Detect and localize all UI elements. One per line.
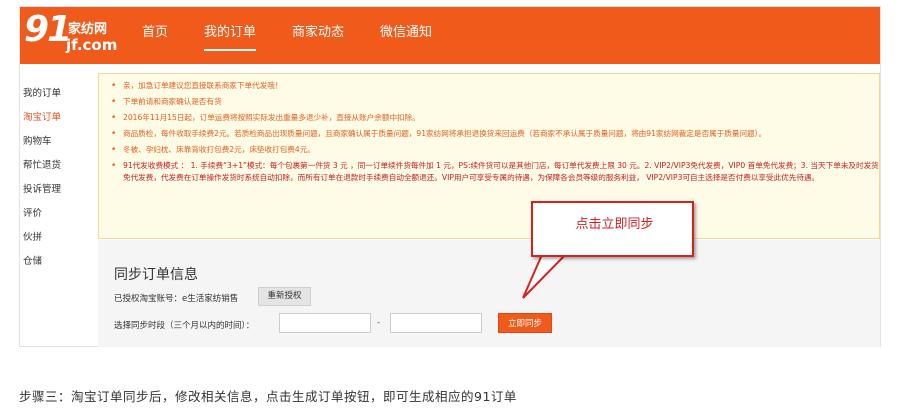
sidebar-item-reviews[interactable]: 评价	[20, 202, 96, 226]
callout-pointer-arrow	[522, 249, 573, 299]
sync-order-panel: 同步订单信息 已授权淘宝账号：e生活家纺销售 重新授权 选择同步时段（三个月以内…	[98, 240, 880, 347]
site-logo[interactable]: 91 家纺网 jf.com	[24, 9, 124, 59]
notice-item: 亲，加急订单建议您直接联系商家下单代发哦！	[111, 80, 879, 92]
logo-chinese-name: 家纺网	[68, 22, 108, 37]
nav-wechat-notify[interactable]: 微信通知	[380, 7, 432, 64]
start-date-input[interactable]	[279, 313, 371, 333]
sync-period-label: 选择同步时段（三个月以内的时间）：	[114, 321, 255, 331]
callout-text: 点击立即同步	[575, 217, 654, 232]
logo-number: 91	[24, 9, 72, 50]
notice-item: 下单前请和商家确认是否有货	[111, 96, 879, 108]
sidebar-item-group-buy[interactable]: 伙拼	[20, 226, 96, 250]
notice-item: 91代发收费模式 ： 1. 手续费“3+1”模式：每个包裹第一件货 3 元 ，同…	[111, 160, 879, 184]
sidebar-item-return-help[interactable]: 帮忙退货	[20, 154, 96, 178]
logo-domain: jf.com	[66, 36, 118, 54]
end-date-input[interactable]	[390, 313, 482, 333]
reauthorize-button[interactable]: 重新授权	[258, 287, 311, 306]
notice-item: 2016年11月15日起，订单运费将按照实际发出重量多退少补，直接从账户余额中扣…	[111, 112, 879, 124]
nav-my-orders[interactable]: 我的订单	[204, 7, 257, 64]
notice-item: 冬被、孕妇枕、床靠背收打包费2元，床垫收打包费4元。	[111, 144, 879, 156]
sidebar-item-warehouse[interactable]: 仓储	[20, 250, 96, 274]
sync-now-button[interactable]: 立即同步	[498, 313, 552, 333]
notice-box: 亲，加急订单建议您直接联系商家下单代发哦！ 下单前请和商家确认是否有货 2016…	[98, 73, 880, 239]
sidebar-item-cart[interactable]: 购物车	[20, 130, 96, 154]
sidebar: 我的订单 淘宝订单 购物车 帮忙退货 投诉管理 评价 伙拼 仓储	[20, 82, 96, 274]
main-nav: 首页 我的订单 商家动态 微信通知	[142, 7, 468, 64]
sync-title: 同步订单信息	[114, 267, 198, 283]
step-caption: 步骤三：淘宝订单同步后，修改相关信息，点击生成订单按钮，即可生成相应的91订单	[19, 389, 517, 404]
sidebar-item-complaints[interactable]: 投诉管理	[20, 178, 96, 202]
notice-item: 商品质检，每件收取手续费2元。若质检商品出现质量问题，且商家确认属于质量问题，9…	[111, 128, 879, 140]
callout-box: 点击立即同步	[531, 201, 694, 257]
sidebar-item-my-orders[interactable]: 我的订单	[20, 82, 96, 106]
date-separator: -	[377, 318, 381, 328]
app-frame: 91 家纺网 jf.com 首页 我的订单 商家动态 微信通知 我的订单 淘宝订…	[19, 6, 881, 347]
sidebar-item-taobao-orders[interactable]: 淘宝订单	[20, 106, 96, 130]
nav-home[interactable]: 首页	[142, 7, 168, 64]
nav-merchant-news[interactable]: 商家动态	[292, 7, 344, 64]
authorized-account-label: 已授权淘宝账号：e生活家纺销售	[114, 294, 239, 304]
top-navbar: 91 家纺网 jf.com 首页 我的订单 商家动态 微信通知	[20, 7, 880, 64]
